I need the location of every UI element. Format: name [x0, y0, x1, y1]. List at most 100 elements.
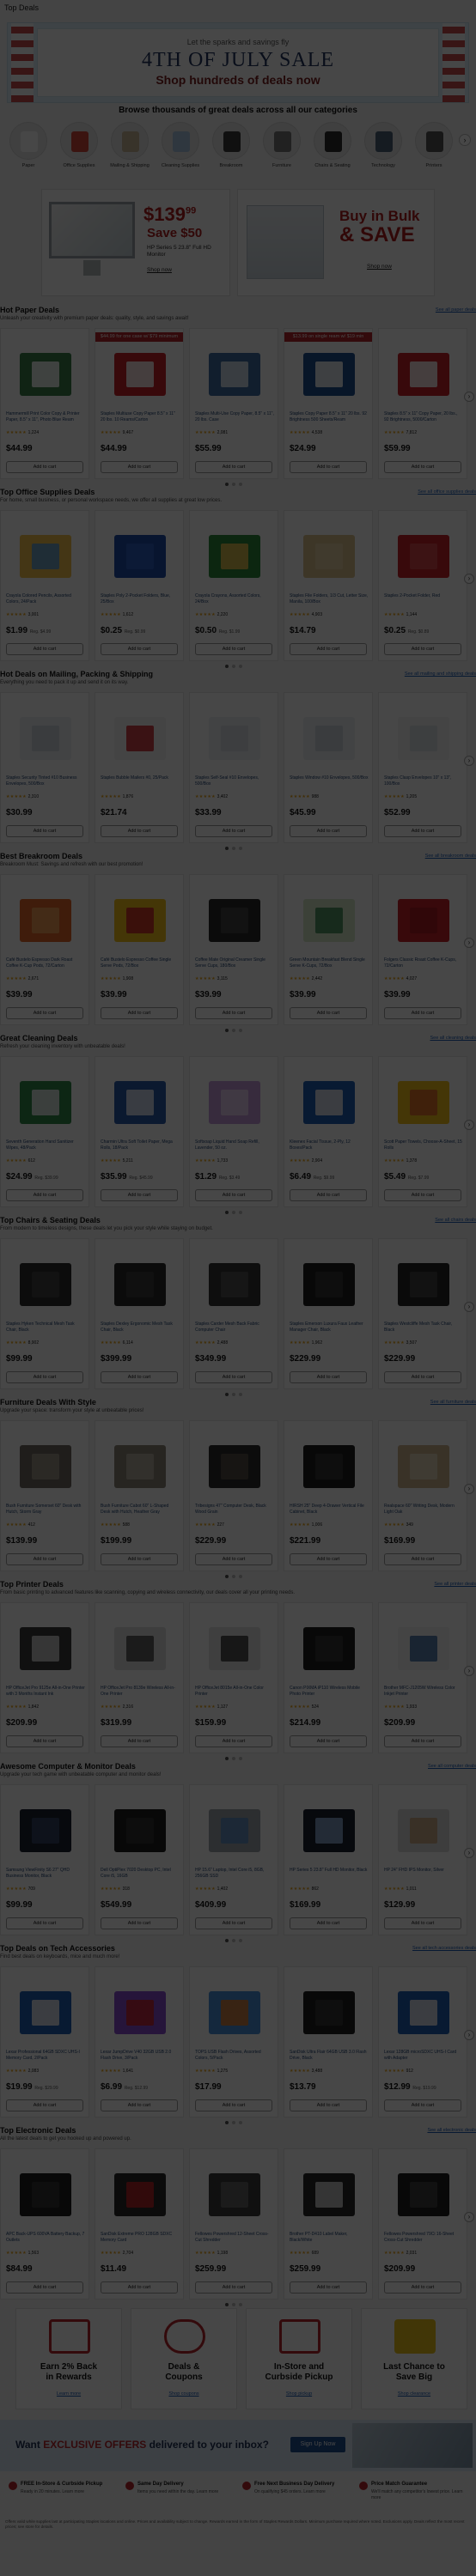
product-image[interactable]: [296, 2168, 362, 2223]
chevron-right-icon[interactable]: ›: [464, 1666, 474, 1676]
product-image[interactable]: [296, 1440, 362, 1495]
product-image[interactable]: [296, 1076, 362, 1131]
product-card[interactable]: Green Mountain Breakfast Blend Single Se…: [284, 874, 373, 1025]
see-all-link[interactable]: See all printer deals: [434, 1582, 476, 1587]
product-card[interactable]: Kleenex Facial Tissue, 2-Ply, 12 Boxes/P…: [284, 1056, 373, 1207]
product-image[interactable]: [13, 1804, 78, 1859]
add-to-cart-button[interactable]: Add to cart: [101, 1917, 178, 1929]
product-name-link[interactable]: Staples Carder Mesh Back Fabric Computer…: [195, 1321, 274, 1339]
product-name-link[interactable]: Staples Emerson Luxura Faux Leather Mana…: [290, 1321, 369, 1339]
product-card[interactable]: Staples Emerson Luxura Faux Leather Mana…: [284, 1238, 373, 1389]
product-name-link[interactable]: HIRSH 25" Deep 4-Drawer Vertical File Ca…: [290, 1504, 369, 1521]
sign-up-button[interactable]: Sign Up Now: [290, 2437, 345, 2452]
add-to-cart-button[interactable]: Add to cart: [101, 2281, 178, 2293]
see-all-link[interactable]: See all computer deals: [428, 1764, 476, 1769]
product-name-link[interactable]: Tribesigns 47" Computer Desk, Black Wood…: [195, 1504, 274, 1521]
product-image[interactable]: [13, 712, 78, 767]
chevron-right-icon[interactable]: ›: [464, 1848, 474, 1858]
product-card[interactable]: Staples Window #10 Envelopes, 500/Box ★★★…: [284, 692, 373, 843]
product-name-link[interactable]: Staples Window #10 Envelopes, 500/Box: [290, 775, 369, 793]
product-card[interactable]: Staples Bubble Mailers #0, 25/Pack ★★★★★ …: [95, 692, 184, 843]
add-to-cart-button[interactable]: Add to cart: [195, 1189, 272, 1201]
product-image[interactable]: [391, 712, 456, 767]
category-mailing-shipping[interactable]: Mailing & Shipping: [108, 122, 151, 168]
product-card[interactable]: Staples Carder Mesh Back Fabric Computer…: [189, 1238, 278, 1389]
product-card[interactable]: Staples Security Tinted #10 Business Env…: [0, 692, 89, 843]
product-name-link[interactable]: APC Back-UPS 600VA Battery Backup, 7 Out…: [6, 2232, 85, 2249]
hero-banner[interactable]: Let the sparks and savings fly 4TH OF JU…: [7, 22, 469, 103]
product-name-link[interactable]: Bush Furniture Somerset 60" Desk with Hu…: [6, 1504, 85, 1521]
carousel-dot[interactable]: [239, 2121, 242, 2124]
product-image[interactable]: [296, 1804, 362, 1859]
add-to-cart-button[interactable]: Add to cart: [290, 1007, 367, 1019]
add-to-cart-button[interactable]: Add to cart: [195, 461, 272, 473]
product-card[interactable]: Folgers Classic Roast Coffee K-Cups, 72/…: [378, 874, 467, 1025]
product-image[interactable]: [391, 894, 456, 949]
tile-link[interactable]: Shop coupons: [131, 2391, 236, 2397]
product-card[interactable]: HP OfficeJet Pro 9125e All-in-One Printe…: [0, 1602, 89, 1753]
product-image[interactable]: [107, 1440, 173, 1495]
add-to-cart-button[interactable]: Add to cart: [290, 461, 367, 473]
add-to-cart-button[interactable]: Add to cart: [195, 1007, 272, 1019]
product-image[interactable]: [13, 1440, 78, 1495]
product-card[interactable]: Lexar Professional 64GB SDXC UHS-I Memor…: [0, 1966, 89, 2117]
add-to-cart-button[interactable]: Add to cart: [290, 2099, 367, 2111]
product-image[interactable]: [202, 1622, 267, 1677]
product-name-link[interactable]: Staples Security Tinted #10 Business Env…: [6, 775, 85, 793]
product-name-link[interactable]: Café Bustelo Espresso Coffee Single Serv…: [101, 957, 180, 975]
chevron-right-icon[interactable]: ›: [464, 756, 474, 766]
product-image[interactable]: [13, 1622, 78, 1677]
category-cleaning-supplies[interactable]: Cleaning Supplies: [159, 122, 202, 168]
product-name-link[interactable]: HP OfficeJet Pro 9125e All-in-One Printe…: [6, 1686, 85, 1703]
hero-subheadline[interactable]: Shop hundreds of deals now: [38, 73, 438, 87]
product-name-link[interactable]: Staples Bubble Mailers #0, 25/Pack: [101, 775, 180, 793]
product-name-link[interactable]: Green Mountain Breakfast Blend Single Se…: [290, 957, 369, 975]
product-card[interactable]: Seventh Generation Hand Sanitizer Wipes,…: [0, 1056, 89, 1207]
product-card[interactable]: Hammermill Print Color Copy & Printer Pa…: [0, 328, 89, 479]
add-to-cart-button[interactable]: Add to cart: [384, 1371, 461, 1383]
carousel-dot[interactable]: [232, 1211, 235, 1214]
product-name-link[interactable]: HP OfficeJet Pro 8139e Wireless All-in-O…: [101, 1686, 180, 1703]
carousel-dot[interactable]: [239, 1575, 242, 1578]
add-to-cart-button[interactable]: Add to cart: [101, 461, 178, 473]
carousel-dot[interactable]: [232, 1029, 235, 1032]
add-to-cart-button[interactable]: Add to cart: [6, 1553, 83, 1565]
product-image[interactable]: [202, 1804, 267, 1859]
product-image[interactable]: [391, 530, 456, 585]
benefit-tile[interactable]: In-Store and Curbside Pickup Shop pickup: [246, 2308, 352, 2409]
product-card[interactable]: Bush Furniture Cabot 60" L-Shaped Desk w…: [95, 1420, 184, 1571]
add-to-cart-button[interactable]: Add to cart: [290, 1917, 367, 1929]
product-name-link[interactable]: HP OfficeJet 8015e All-in-One Color Prin…: [195, 1686, 274, 1703]
product-image[interactable]: [202, 1076, 267, 1131]
carousel-dot[interactable]: [232, 1757, 235, 1760]
add-to-cart-button[interactable]: Add to cart: [101, 2099, 178, 2111]
carousel-dot[interactable]: [239, 483, 242, 486]
carousel-dot[interactable]: [225, 1211, 229, 1214]
product-name-link[interactable]: TOPS USB Flash Drives, Assorted Colors, …: [195, 2050, 274, 2067]
chevron-right-icon[interactable]: ›: [464, 392, 474, 402]
add-to-cart-button[interactable]: Add to cart: [6, 1735, 83, 1747]
product-card[interactable]: $44.99 for one case w/ $79 minimum Staple…: [95, 328, 184, 479]
product-card[interactable]: Fellowes Powershred 12-Sheet Cross-Cut S…: [189, 2148, 278, 2300]
carousel-dot[interactable]: [232, 847, 235, 850]
product-card[interactable]: Crayola Crayons, Assorted Colors, 24/Box…: [189, 510, 278, 661]
product-card[interactable]: Staples 8.5" x 11" Copy Paper, 20 lbs., …: [378, 328, 467, 479]
add-to-cart-button[interactable]: Add to cart: [290, 825, 367, 837]
see-all-link[interactable]: See all paper deals: [436, 307, 476, 313]
carousel-dot[interactable]: [239, 2303, 242, 2306]
product-image[interactable]: [391, 1258, 456, 1313]
add-to-cart-button[interactable]: Add to cart: [290, 643, 367, 655]
see-all-link[interactable]: See all chairs deals: [435, 1218, 476, 1223]
product-name-link[interactable]: Dell OptiPlex 7020 Desktop PC, Intel Cor…: [101, 1868, 180, 1885]
add-to-cart-button[interactable]: Add to cart: [101, 825, 178, 837]
product-image[interactable]: [296, 1986, 362, 2041]
product-name-link[interactable]: HP 15.6" Laptop, Intel Core i5, 8GB, 256…: [195, 1868, 274, 1885]
category-chairs-seating[interactable]: Chairs & Seating: [311, 122, 354, 168]
product-name-link[interactable]: Realspace 60" Writing Desk, Modern Light…: [384, 1504, 463, 1521]
add-to-cart-button[interactable]: Add to cart: [384, 825, 461, 837]
product-card[interactable]: HP 24" FHD IPS Monitor, Silver ★★★★★ 1,01…: [378, 1784, 467, 1935]
add-to-cart-button[interactable]: Add to cart: [6, 825, 83, 837]
tile-link[interactable]: Shop clearance: [362, 2391, 467, 2397]
product-image[interactable]: [391, 1622, 456, 1677]
carousel-dot[interactable]: [239, 1211, 242, 1214]
